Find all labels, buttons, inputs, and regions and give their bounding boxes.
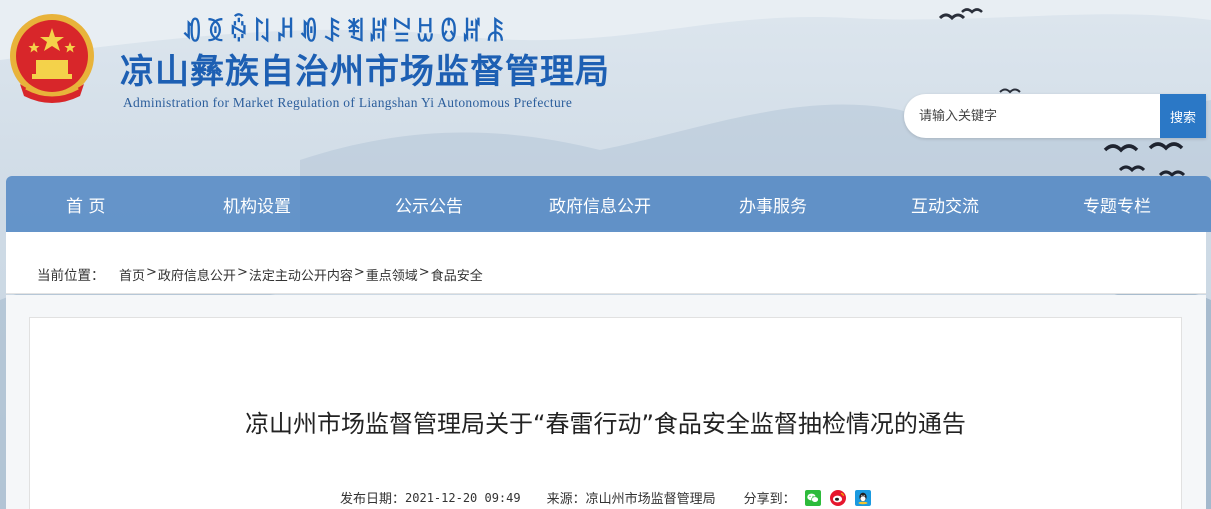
- breadcrumb: 首页 > 政府信息公开 > 法定主动公开内容 > 重点领域 > 食品安全: [119, 265, 483, 284]
- breadcrumb-item-statutory[interactable]: 法定主动公开内容: [249, 265, 353, 284]
- article-panel: 凉山州市场监督管理局关于“春雷行动”食品安全监督抽检情况的通告 发布日期： 20…: [29, 317, 1182, 509]
- publish-date: 2021-12-20 09:49: [405, 490, 521, 505]
- main-nav: 首 页 机构设置 公示公告 政府信息公开 办事服务 互动交流 专题专栏: [6, 176, 1211, 232]
- nav-item-services[interactable]: 办事服务: [739, 192, 807, 217]
- nav-item-organization[interactable]: 机构设置: [223, 192, 291, 217]
- national-emblem-icon: [10, 14, 94, 103]
- article-title: 凉山州市场监督管理局关于“春雷行动”食品安全监督抽检情况的通告: [245, 410, 966, 438]
- share-label: 分享到：: [743, 492, 796, 507]
- article-source: 凉山州市场监督管理局: [585, 492, 716, 507]
- yi-script-title: ꀒꅉꍇꇁꈚꀑꄩꄮꏦꊂꀠꐋꏦꄯ: [182, 18, 509, 48]
- nav-item-home[interactable]: 首 页: [66, 192, 105, 217]
- nav-item-announcements[interactable]: 公示公告: [395, 192, 463, 217]
- search-input[interactable]: [904, 94, 1160, 138]
- breadcrumb-separator: >: [418, 265, 430, 280]
- breadcrumb-separator: >: [353, 265, 365, 280]
- search-box: 搜索: [904, 94, 1206, 138]
- breadcrumb-bar: 当前位置： 首页 > 政府信息公开 > 法定主动公开内容 > 重点领域 > 食品…: [6, 232, 1206, 294]
- article-meta: 发布日期： 2021-12-20 09:49 来源： 凉山州市场监督管理局 分享…: [340, 488, 871, 507]
- breadcrumb-item-gov-info[interactable]: 政府信息公开: [158, 265, 236, 284]
- site-subtitle: Administration for Market Regulation of …: [123, 95, 573, 110]
- breadcrumb-separator: >: [146, 265, 157, 280]
- breadcrumb-item-home[interactable]: 首页: [119, 265, 145, 284]
- wechat-icon[interactable]: [804, 489, 821, 506]
- nav-item-interaction[interactable]: 互动交流: [911, 192, 979, 217]
- breadcrumb-label: 当前位置：: [37, 268, 105, 284]
- source-label: 来源：: [546, 492, 586, 507]
- breadcrumb-separator: >: [236, 265, 248, 280]
- weibo-icon[interactable]: [829, 489, 846, 506]
- breadcrumb-item-key-areas[interactable]: 重点领域: [366, 265, 418, 284]
- site-title[interactable]: 凉山彝族自治州市场监督管理局: [120, 44, 610, 93]
- date-label: 发布日期：: [340, 492, 406, 507]
- nav-item-topics[interactable]: 专题专栏: [1083, 192, 1151, 217]
- qq-icon[interactable]: [854, 489, 871, 506]
- search-button[interactable]: 搜索: [1160, 94, 1206, 138]
- breadcrumb-item-food-safety[interactable]: 食品安全: [431, 265, 483, 284]
- nav-item-gov-info[interactable]: 政府信息公开: [549, 192, 651, 217]
